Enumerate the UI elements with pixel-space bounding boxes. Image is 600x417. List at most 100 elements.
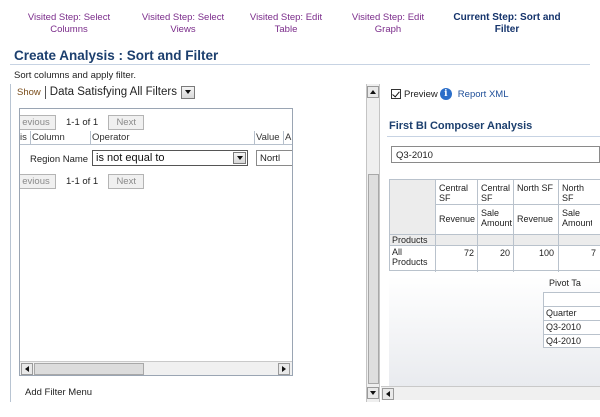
pivot-gridline	[513, 180, 514, 272]
preview-label: Preview	[404, 88, 438, 100]
filter-column-name: Region Name	[30, 154, 89, 165]
preview-panel: Preview i Report XML First BI Composer A…	[381, 84, 600, 402]
pager-top: evious 1-1 of 1 Next	[20, 114, 145, 130]
next-button[interactable]: Next	[108, 173, 145, 189]
step-train: Visited Step: Select Columns Visited Ste…	[0, 0, 600, 44]
column-divider	[30, 131, 31, 145]
quarter-item: Q3-2010	[546, 322, 582, 332]
train-step-label: Views	[170, 24, 196, 35]
analysis-title: First BI Composer Analysis	[389, 120, 533, 132]
filter-table-header: is Column Operator Value A	[20, 131, 292, 145]
show-bar: Show Data Satisfying All Filters	[17, 84, 195, 100]
pivot-measure-header: Revenue	[439, 214, 475, 224]
pivot-gridline	[477, 180, 478, 272]
pivot-corner	[390, 180, 435, 234]
pivot-value: 7	[590, 248, 596, 258]
column-divider	[283, 131, 284, 145]
report-xml-link[interactable]: Report XML	[458, 89, 509, 100]
train-step-label: Visited Step: Edit	[351, 12, 425, 23]
train-step-select-views[interactable]: Visited Step: Select Views	[128, 12, 238, 36]
scroll-thumb[interactable]	[368, 174, 379, 384]
vertical-scrollbar[interactable]	[366, 84, 380, 402]
page-subtitle: Sort columns and apply filter.	[14, 70, 136, 81]
pivot-value: 20	[499, 248, 510, 258]
pivot-measure-header: Sale Amount	[481, 208, 513, 228]
pivot-gridline	[558, 180, 559, 272]
train-step-label: Visited Step: Edit	[249, 12, 323, 23]
arrow-left-icon	[25, 366, 29, 372]
title-divider	[387, 136, 600, 137]
preview-checkbox[interactable]	[391, 89, 401, 99]
pivot-col-header: North SF	[517, 183, 554, 193]
train-step-label: Visited Step: Select	[27, 12, 111, 23]
pivot-table: Central SF Central SF North SF North SF …	[389, 179, 600, 272]
arrow-left-icon	[386, 391, 390, 397]
quarter-gridline	[544, 334, 600, 335]
train-step-edit-graph[interactable]: Visited Step: Edit Graph	[338, 12, 438, 36]
preview-toolbar: Preview i Report XML	[391, 88, 508, 100]
operator-select[interactable]: is not equal to	[92, 150, 248, 166]
show-separator	[44, 85, 46, 99]
arrow-down-icon	[370, 391, 376, 395]
quarter-header: Quarter	[546, 308, 577, 318]
pager-bottom: evious 1-1 of 1 Next	[20, 173, 145, 189]
scroll-up-button[interactable]	[367, 86, 379, 98]
horizontal-scrollbar[interactable]	[20, 361, 292, 375]
column-header-value: Value	[256, 132, 280, 143]
train-step-edit-table[interactable]: Visited Step: Edit Table	[236, 12, 336, 36]
show-dropdown-button[interactable]	[180, 85, 195, 99]
quarter-gridline	[544, 320, 600, 321]
train-step-label: Filter	[494, 24, 520, 35]
quarter-select[interactable]: Q3-2010	[391, 146, 600, 163]
scroll-left-button[interactable]	[21, 363, 33, 375]
arrow-right-icon	[282, 366, 286, 372]
column-header-extra: A	[285, 132, 292, 143]
pivot-table-label: Pivot Ta	[549, 278, 581, 288]
operator-dropdown-button[interactable]	[233, 152, 246, 164]
pivot-row-header: Products	[392, 235, 428, 245]
column-header-is: is	[20, 132, 27, 143]
train-step-label: Columns	[50, 24, 88, 35]
pivot-measure-header: Sale Amount	[562, 208, 592, 228]
filter-value-input[interactable]: Nortl	[256, 150, 292, 166]
scroll-down-button[interactable]	[367, 387, 379, 399]
train-step-select-columns[interactable]: Visited Step: Select Columns	[14, 12, 124, 36]
chevron-down-icon	[236, 156, 243, 160]
quarter-item: Q4-2010	[546, 336, 582, 346]
pager-range: 1-1 of 1	[66, 116, 99, 128]
train-step-sort-filter: Current Step: Sort and Filter	[444, 12, 570, 36]
pivot-col-header: North SF	[562, 183, 585, 203]
pivot-col-header: Central SF	[481, 183, 511, 203]
train-step-label: Graph	[374, 24, 402, 35]
show-filter-mode[interactable]: Data Satisfying All Filters	[50, 86, 177, 98]
arrow-up-icon	[370, 90, 376, 94]
scroll-left-button[interactable]	[382, 388, 394, 400]
pivot-col-header: Central SF	[439, 183, 469, 203]
window-bottom-edge	[0, 402, 600, 417]
column-divider	[90, 131, 91, 145]
quarter-table: Quarter Q3-2010 Q4-2010	[543, 306, 600, 348]
page-title: Create Analysis : Sort and Filter	[14, 48, 219, 63]
previous-button[interactable]: evious	[20, 114, 56, 130]
previous-button[interactable]: evious	[20, 173, 56, 189]
column-header-column: Column	[32, 132, 65, 143]
show-label: Show	[17, 86, 41, 98]
train-step-label: Current Step: Sort and	[453, 12, 561, 23]
horizontal-scrollbar[interactable]	[381, 386, 600, 400]
scroll-right-button[interactable]	[278, 363, 290, 375]
filter-table: evious 1-1 of 1 Next is Column Operator …	[19, 108, 293, 376]
add-filter-menu[interactable]: Add Filter Menu	[25, 387, 92, 398]
next-button[interactable]: Next	[108, 114, 145, 130]
pivot-gridline	[435, 180, 436, 272]
train-step-label: Table	[274, 24, 298, 35]
scroll-thumb[interactable]	[34, 363, 144, 375]
filter-panel: Show Data Satisfying All Filters evious …	[10, 84, 366, 404]
pivot-value: 100	[538, 248, 554, 258]
pivot-gridline	[390, 245, 600, 246]
operator-value: is not equal to	[96, 152, 165, 164]
pivot-value: 72	[463, 248, 474, 258]
title-divider	[10, 64, 590, 65]
train-step-label: Visited Step: Select	[141, 12, 225, 23]
info-icon[interactable]: i	[439, 88, 452, 100]
column-header-operator: Operator	[92, 132, 130, 143]
